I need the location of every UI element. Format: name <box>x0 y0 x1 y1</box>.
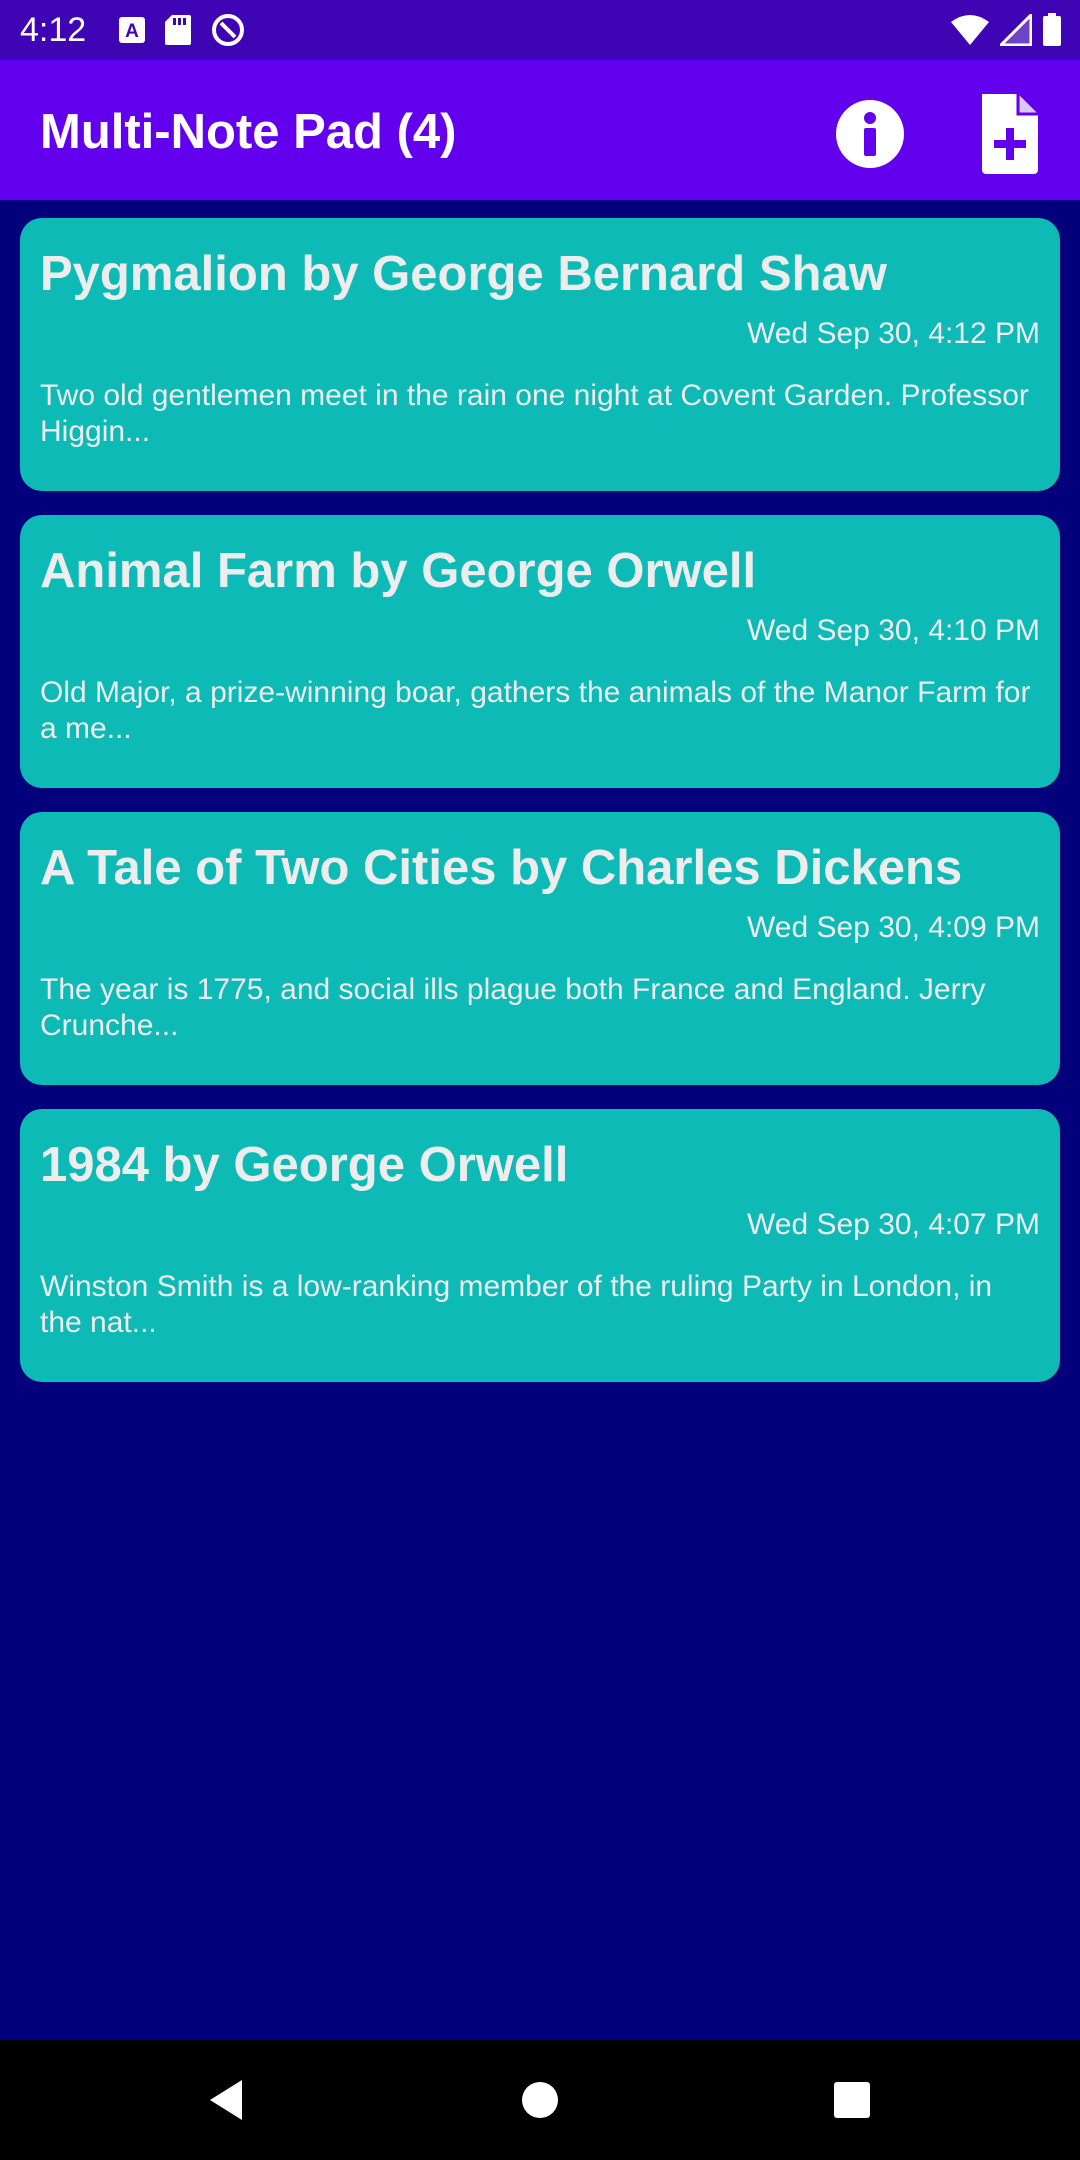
info-icon <box>836 100 904 168</box>
recents-icon <box>834 2082 870 2118</box>
note-preview: Old Major, a prize-winning boar, gathers… <box>40 676 1031 745</box>
status-notification-icons: A <box>118 10 246 50</box>
home-button[interactable] <box>500 2060 580 2140</box>
navigation-bar <box>0 2040 1080 2160</box>
svg-text:A: A <box>125 21 139 42</box>
status-system-icons <box>950 10 1062 50</box>
note-preview: Two old gentlemen meet in the rain one n… <box>40 379 1029 448</box>
a-box-icon: A <box>119 17 145 43</box>
app-bar: Multi-Note Pad (4) <box>0 60 1080 200</box>
status-time: 4:12 <box>20 11 87 49</box>
note-date: Wed Sep 30, 4:12 PM <box>747 317 1040 350</box>
note-date: Wed Sep 30, 4:07 PM <box>747 1208 1040 1241</box>
note-title: A Tale of Two Cities by Charles Dickens <box>40 841 963 895</box>
note-card[interactable]: 1984 by George Orwell Wed Sep 30, 4:07 P… <box>20 1109 1060 1382</box>
note-date: Wed Sep 30, 4:09 PM <box>747 911 1040 944</box>
data-saver-icon <box>212 14 244 46</box>
note-card[interactable]: Animal Farm by George Orwell Wed Sep 30,… <box>20 515 1060 788</box>
note-title: Animal Farm by George Orwell <box>40 544 757 598</box>
back-icon <box>210 2080 242 2120</box>
sd-card-icon <box>165 15 191 45</box>
note-title: Pygmalion by George Bernard Shaw <box>40 247 887 301</box>
notes-list: Pygmalion by George Bernard Shaw Wed Sep… <box>20 218 1060 1406</box>
battery-icon <box>1043 13 1061 46</box>
note-card[interactable]: A Tale of Two Cities by Charles Dickens … <box>20 812 1060 1085</box>
note-card[interactable]: Pygmalion by George Bernard Shaw Wed Sep… <box>20 218 1060 491</box>
status-bar: 4:12 A <box>0 0 1080 60</box>
add-note-icon <box>982 94 1038 174</box>
back-button[interactable] <box>186 2060 266 2140</box>
note-title: 1984 by George Orwell <box>40 1138 569 1192</box>
app-title: Multi-Note Pad (4) <box>40 105 457 159</box>
wifi-icon <box>951 15 989 45</box>
add-note-button[interactable] <box>970 88 1050 178</box>
info-button[interactable] <box>830 94 910 174</box>
cell-signal-icon <box>1000 14 1032 46</box>
note-date: Wed Sep 30, 4:10 PM <box>747 614 1040 647</box>
note-preview: The year is 1775, and social ills plague… <box>40 973 986 1042</box>
note-preview: Winston Smith is a low-ranking member of… <box>40 1270 993 1339</box>
home-icon <box>522 2082 558 2118</box>
recents-button[interactable] <box>812 2060 892 2140</box>
